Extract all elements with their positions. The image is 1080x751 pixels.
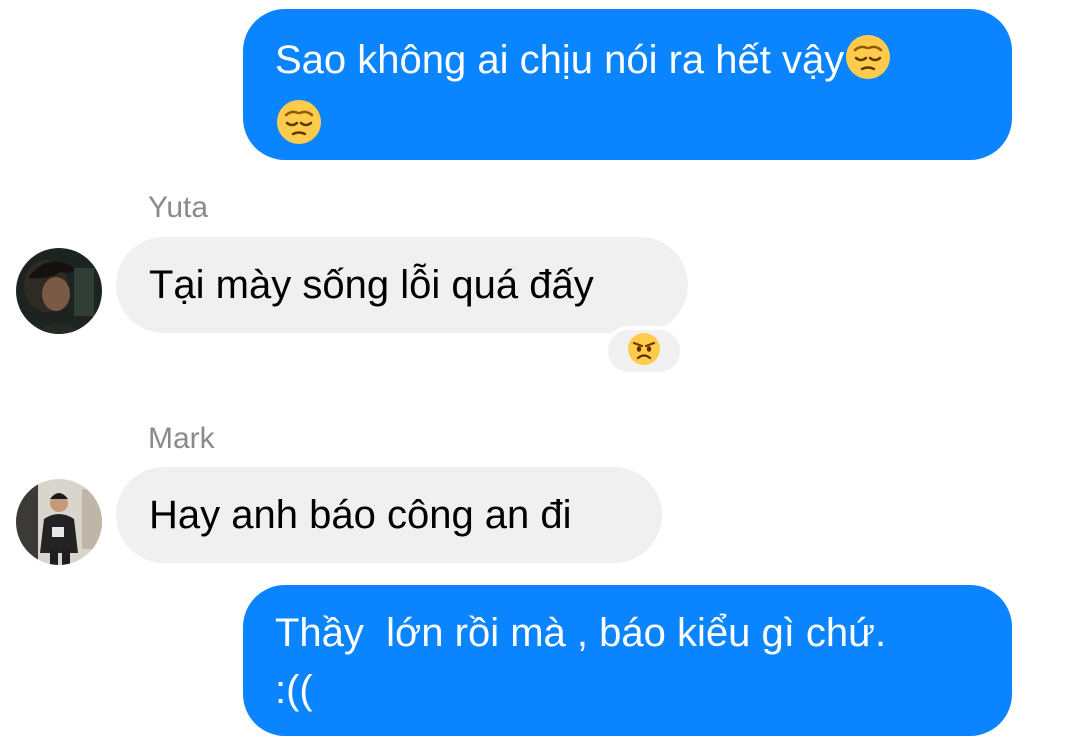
message-text: Hay anh báo công an đi (149, 493, 572, 537)
avatar-yuta[interactable] (16, 248, 102, 334)
outgoing-message-bubble[interactable]: Thầy lớn rồi mà , báo kiểu gì chứ. :(( (243, 585, 1012, 736)
incoming-message-bubble[interactable]: Hay anh báo công an đi (116, 467, 662, 563)
message-text: Sao không ai chịu nói ra hết vậy (275, 38, 845, 83)
message-reaction[interactable] (604, 326, 684, 376)
message-text: Thầy lớn rồi mà , báo kiểu gì chứ. (275, 611, 887, 655)
pensive-face-emoji-icon (275, 98, 323, 157)
outgoing-message-bubble[interactable]: Sao không ai chịu nói ra hết vậy (243, 9, 1012, 160)
message-text: Tại mày sống lỗi quá đấy (149, 263, 594, 307)
sender-name: Yuta (148, 191, 209, 224)
incoming-message-bubble[interactable]: Tại mày sống lỗi quá đấy (116, 237, 688, 333)
angry-face-emoji-icon (627, 332, 661, 371)
message-text: :(( (275, 668, 313, 712)
sender-name: Mark (148, 422, 215, 455)
avatar-mark[interactable] (16, 479, 102, 565)
pensive-face-emoji-icon (844, 33, 892, 92)
